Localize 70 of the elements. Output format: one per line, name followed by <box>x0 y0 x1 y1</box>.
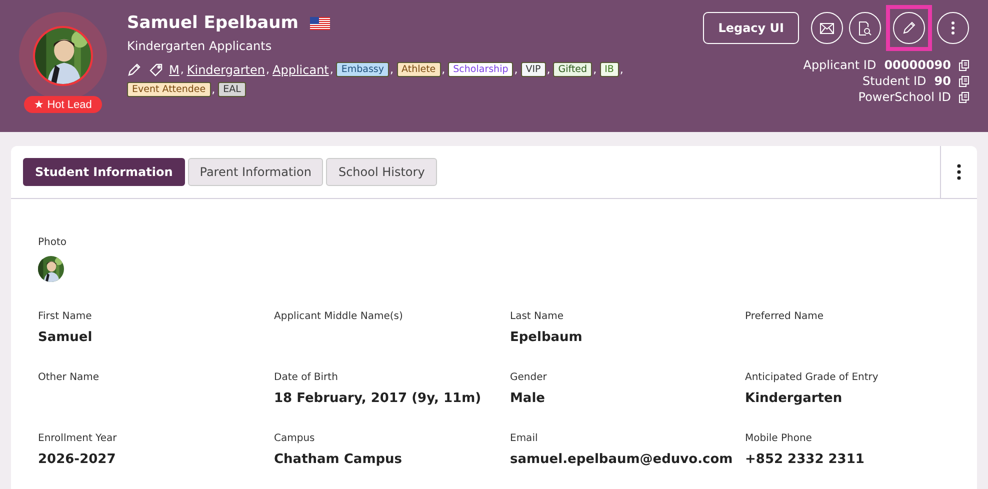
student-name: Samuel Epelbaum <box>127 13 298 33</box>
hot-lead-badge[interactable]: ★ Hot Lead <box>24 96 102 113</box>
tag-link[interactable]: Kindergarten <box>186 62 265 76</box>
tag-link[interactable]: Applicant <box>272 62 329 76</box>
field-label: Date of Birth <box>274 372 339 383</box>
document-search-button[interactable] <box>849 12 881 44</box>
legacy-ui-button[interactable]: Legacy UI <box>703 12 799 44</box>
tag-chip: EAL <box>218 82 246 97</box>
field-label: Applicant Middle Name(s) <box>274 311 404 322</box>
tag-chip: Embassy <box>336 62 390 77</box>
tag-chip: Gifted <box>553 62 592 77</box>
tag-icon <box>149 62 163 76</box>
email-button[interactable] <box>811 12 843 44</box>
separator: , <box>212 83 216 96</box>
field-value: +852 2332 2311 <box>745 452 866 467</box>
field-label: Email <box>510 433 539 444</box>
field-value: Epelbaum <box>510 330 584 345</box>
field-value: samuel.epelbaum@eduvo.com <box>510 452 734 467</box>
id-value: 00000090 <box>884 58 951 72</box>
tag-link[interactable]: M <box>169 62 180 76</box>
envelope-icon <box>820 22 834 34</box>
tab[interactable]: Student Information <box>23 158 185 186</box>
id-label: Applicant ID <box>803 58 876 72</box>
document-search-icon <box>858 20 872 36</box>
field-label: Preferred Name <box>745 311 825 322</box>
applicant-group: Kindergarten Applicants <box>127 39 704 53</box>
tag-chip: Athlete <box>396 62 441 77</box>
field-label: Last Name <box>510 311 565 322</box>
field-value: Kindergarten <box>745 391 844 406</box>
id-value: 90 <box>934 74 951 88</box>
tag-chip: Scholarship <box>448 62 514 77</box>
flag-icon <box>310 16 330 30</box>
field-value: 2026-2027 <box>38 452 117 467</box>
separator: , <box>514 63 518 76</box>
more-icon <box>951 21 955 35</box>
field-label: Other Name <box>38 372 100 383</box>
separator: , <box>266 63 270 76</box>
edit-button[interactable] <box>893 12 925 44</box>
separator: , <box>390 63 394 76</box>
field-label: Anticipated Grade of Entry <box>745 372 880 383</box>
field-label: First Name <box>38 311 93 322</box>
field-value: Chatham Campus <box>274 452 404 467</box>
separator: , <box>442 63 446 76</box>
field-label: Photo <box>38 237 68 248</box>
pencil-icon <box>902 21 916 35</box>
copy-icon[interactable] <box>959 92 969 102</box>
field-value: Male <box>510 391 546 406</box>
id-label: PowerSchool ID <box>858 90 951 104</box>
copy-icon[interactable] <box>959 60 969 70</box>
pencil-icon[interactable] <box>127 62 141 76</box>
field-label: Enrollment Year <box>38 433 118 444</box>
separator: , <box>180 63 184 76</box>
tab[interactable]: School History <box>326 158 437 186</box>
separator: , <box>620 63 624 76</box>
separator: , <box>330 63 334 76</box>
field-value: Samuel <box>38 330 94 345</box>
field-label: Campus <box>274 433 316 444</box>
field-label: Gender <box>510 372 548 383</box>
tab[interactable]: Parent Information <box>188 158 324 186</box>
tag-chip: Event Attendee <box>127 82 211 97</box>
separator: , <box>593 63 597 76</box>
tag-chip: VIP <box>520 62 546 77</box>
field-value: 18 February, 2017 (9y, 11m) <box>274 391 482 406</box>
more-button[interactable] <box>937 12 969 44</box>
separator: , <box>546 63 550 76</box>
field-label: Mobile Phone <box>745 433 813 444</box>
copy-icon[interactable] <box>959 76 969 86</box>
tag-chip: IB <box>600 62 619 77</box>
more-icon[interactable] <box>957 164 961 180</box>
id-label: Student ID <box>862 74 926 88</box>
